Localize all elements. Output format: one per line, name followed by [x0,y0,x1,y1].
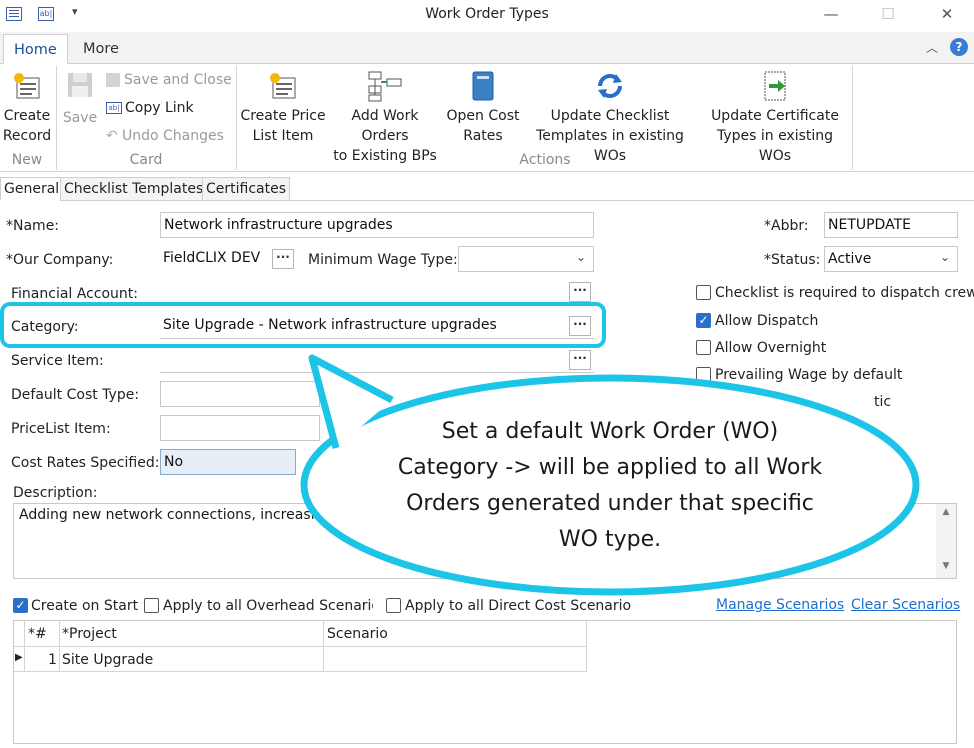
callout-line-2: Category -> will be applied to all Work [397,455,823,480]
callout-line-1: Set a default Work Order (WO) [441,419,779,444]
callout-line-4: WO type. [558,527,662,552]
callout-bubble [300,354,920,596]
callout-line-3: Orders generated under that specific [406,491,814,516]
callout-text: Set a default Work Order (WO) Category -… [330,414,890,558]
